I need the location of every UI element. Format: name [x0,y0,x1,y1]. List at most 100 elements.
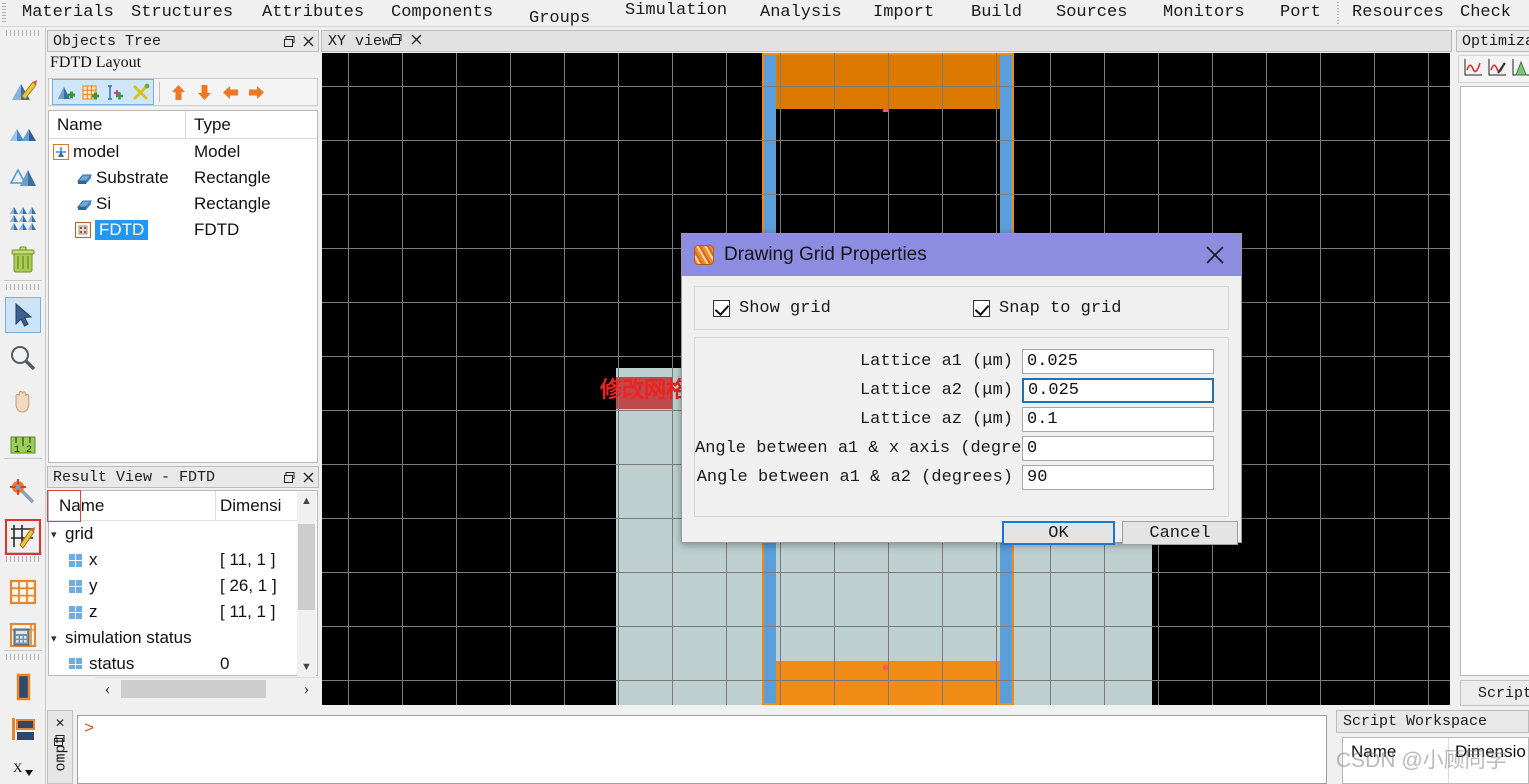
float-icon[interactable] [284,471,295,483]
menu-item-monitors[interactable]: Monitors [1163,3,1245,22]
svg-text:X: X [13,760,23,775]
optimization-body[interactable] [1460,86,1529,676]
result-view-row[interactable]: x [ 11, 1 ] [49,547,317,573]
script-workspace-table[interactable]: Name Dimensio [1342,737,1529,784]
chevron-down-icon[interactable]: ▾ [51,528,65,541]
x-axis-dropdown-icon[interactable]: X [5,752,41,784]
plot-fill-icon[interactable] [1511,57,1529,82]
result-view-horizontal-scrollbar[interactable]: ‹ › [95,677,319,699]
edit-object-icon[interactable] [5,72,41,108]
dialog-titlebar[interactable]: Drawing Grid Properties [682,234,1241,276]
float-icon[interactable] [391,33,411,50]
result-view-row[interactable]: status 0 [49,651,317,669]
menu-item-materials[interactable]: Materials [22,3,114,22]
edit-drawing-grid-icon[interactable] [5,519,41,555]
xy-view-title: XY view [328,32,392,50]
delete-trash-icon[interactable] [5,242,41,278]
grid-line-vertical [510,53,511,705]
grid-line-horizontal [322,626,1450,627]
menu-item-sources[interactable]: Sources [1056,3,1127,22]
menu-item-check[interactable]: Check [1460,3,1511,22]
menu-item-groups[interactable]: Groups [529,9,590,28]
close-icon[interactable] [411,33,422,50]
angle-a1-x-field[interactable] [1022,435,1214,461]
result-view-vertical-scrollbar[interactable]: ▲ ▼ [297,492,316,676]
plot-line-icon[interactable] [1463,57,1484,82]
arrow-up-icon[interactable] [165,80,191,104]
arrow-down-icon[interactable] [191,80,217,104]
lattice-a2-field[interactable] [1022,377,1214,403]
add-structure-icon[interactable] [53,80,78,104]
objects-tree-list[interactable]: Name Type model Model Substrate Rectangle Si… [48,110,318,463]
cancel-button[interactable]: Cancel [1122,521,1238,545]
objects-tree-row[interactable]: Substrate Rectangle [49,165,317,191]
angle-a1-x-field-label: Angle between a1 & x axis (degrees) [695,438,1053,458]
result-view-list[interactable]: Name Dimensi ▾ grid x[ 11, 1 ] y[ 26, 1 ] z[… [48,490,318,676]
chevron-down-icon[interactable]: ▾ [51,632,65,645]
snap-to-object-icon[interactable] [5,474,41,510]
menu-item-resources[interactable]: Resources [1352,3,1444,22]
scroll-left-arrow-icon[interactable]: ‹ [95,678,120,700]
add-analysis-icon[interactable] [128,80,153,104]
prompt-input-area[interactable]: > [77,715,1327,784]
angle-a1-a2-field[interactable] [1022,464,1214,490]
show-grid-checkbox[interactable]: Show grid [713,299,831,318]
vscroll-thumb[interactable] [298,524,315,610]
lattice-a1-field[interactable] [1022,348,1214,374]
arrow-left-icon[interactable] [217,80,243,104]
ok-button[interactable]: OK [1002,521,1115,545]
checkmark-icon[interactable] [713,300,730,317]
menu-item-port[interactable]: Port [1280,3,1321,22]
select-arrow-icon[interactable] [5,297,41,333]
plot-edit-icon[interactable] [1487,57,1508,82]
copy-object-icon[interactable] [5,159,41,195]
measure-ruler-icon[interactable]: 12 [5,425,41,461]
menu-item-attributes[interactable]: Attributes [262,3,364,22]
checkmark-icon[interactable] [973,300,990,317]
two-objects-icon[interactable] [5,116,41,152]
script-tab[interactable]: Script [1460,680,1529,706]
objects-tree-row[interactable]: model Model [49,139,317,165]
result-view-row[interactable]: ▾ simulation status [49,625,317,651]
menu-item-analysis[interactable]: Analysis [760,3,842,22]
grid-view-icon[interactable] [5,574,41,610]
objects-tree-row[interactable]: FDTD FDTD [49,217,317,243]
snap-to-grid-checkbox[interactable]: Snap to grid [973,299,1121,318]
toolbar-grip-3[interactable] [6,556,40,562]
float-icon[interactable] [284,35,295,47]
result-view-row[interactable]: ▾ grid [49,521,317,547]
result-view-title: Result View - FDTD [53,468,216,486]
arrow-right-icon[interactable] [243,80,269,104]
result-view-row[interactable]: y [ 26, 1 ] [49,573,317,599]
menu-item-import[interactable]: Import [873,3,934,22]
mesh-calculator-icon[interactable] [5,617,41,653]
menu-item-structures[interactable]: Structures [131,3,233,22]
split-view-icon[interactable] [5,711,41,747]
lattice-az-field[interactable] [1022,406,1214,432]
pan-hand-icon[interactable] [5,383,41,419]
toolbar-grip-4[interactable] [6,654,40,660]
menu-item-components[interactable]: Components [391,3,493,22]
add-source-icon[interactable] [103,80,128,104]
zoom-magnifier-icon[interactable] [5,340,41,376]
close-icon[interactable] [303,471,314,483]
single-view-icon[interactable] [5,669,41,705]
menubar-grip[interactable] [2,3,6,23]
menu-item-simulation[interactable]: Simulation [625,1,727,20]
add-mesh-icon[interactable] [78,80,103,104]
scroll-up-arrow-icon[interactable]: ▲ [297,492,316,510]
close-icon[interactable] [303,35,314,47]
objects-tree-row[interactable]: Si Rectangle [49,191,317,217]
hscroll-thumb[interactable] [121,680,266,698]
scroll-down-arrow-icon[interactable]: ▼ [297,658,316,676]
rectangle-icon [75,172,92,185]
close-icon[interactable] [1203,243,1227,267]
toolbar-grip-mid[interactable] [6,284,40,290]
menu-item-build[interactable]: Build [971,3,1022,22]
toolbar-grip-top[interactable] [6,30,40,36]
drawing-grid-properties-dialog: Drawing Grid Properties Show grid Snap to… [681,233,1242,545]
prompt-tab[interactable]: ✕ ompt [47,710,73,784]
scroll-right-arrow-icon[interactable]: › [294,678,319,700]
result-view-row[interactable]: z [ 11, 1 ] [49,599,317,625]
object-array-icon[interactable] [5,200,41,236]
